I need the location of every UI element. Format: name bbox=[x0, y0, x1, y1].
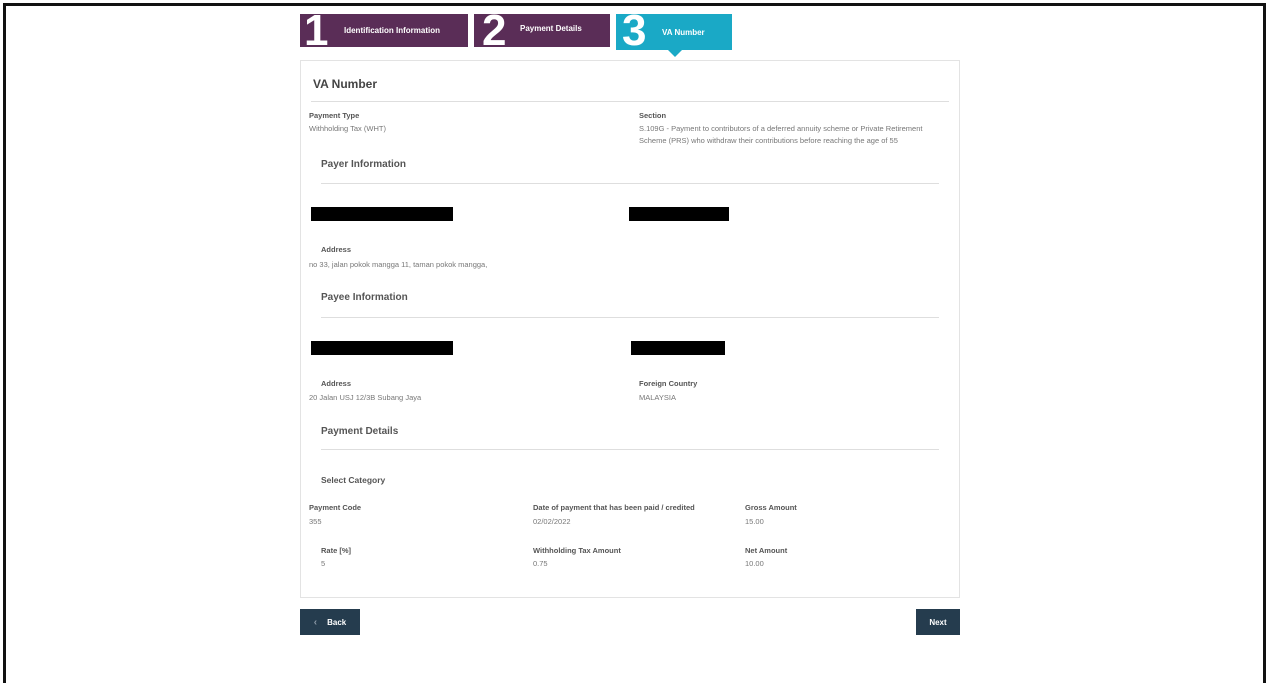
va-number-card: VA Number Payment Type Withholding Tax (… bbox=[300, 60, 960, 598]
step-payment-details[interactable]: 2 Payment Details bbox=[474, 6, 610, 55]
withholding-tax-amount-value: 0.75 bbox=[533, 559, 548, 568]
card-title: VA Number bbox=[313, 77, 378, 91]
step-number: 3 bbox=[622, 6, 647, 55]
divider bbox=[321, 183, 939, 184]
step-number: 1 bbox=[304, 6, 329, 55]
section-label: Section bbox=[639, 111, 667, 120]
payee-information-heading: Payee Information bbox=[321, 292, 408, 303]
rate-label: Rate [%] bbox=[321, 546, 352, 555]
next-button-label: Next bbox=[929, 617, 947, 627]
withholding-tax-amount-label: Withholding Tax Amount bbox=[533, 546, 621, 555]
rate-value: 5 bbox=[321, 559, 326, 568]
select-category-label: Select Category bbox=[321, 475, 386, 485]
foreign-country-label: Foreign Country bbox=[639, 379, 698, 388]
payment-code-value: 355 bbox=[309, 517, 322, 526]
gross-amount-value: 15.00 bbox=[745, 517, 764, 526]
net-amount-label: Net Amount bbox=[745, 546, 788, 555]
chevron-left-icon: ‹ bbox=[313, 616, 318, 628]
redacted-payer-name bbox=[311, 207, 453, 221]
redacted-payer-tax-no bbox=[629, 207, 729, 221]
step-va-number[interactable]: 3 VA Number bbox=[616, 6, 732, 55]
divider bbox=[311, 101, 949, 102]
step-label: Identification Information bbox=[344, 26, 440, 35]
section-value: S.109G - Payment to contributors of a de… bbox=[639, 124, 923, 145]
foreign-country-value: MALAYSIA bbox=[639, 393, 676, 402]
payment-code-label: Payment Code bbox=[309, 503, 362, 512]
payer-address-label: Address bbox=[321, 245, 352, 254]
payment-date-label: Date of payment that has been paid / cre… bbox=[533, 503, 695, 512]
step-label: Payment Details bbox=[520, 24, 582, 33]
step-label: VA Number bbox=[662, 28, 705, 37]
active-step-pointer bbox=[668, 50, 682, 57]
payment-details-heading: Payment Details bbox=[321, 426, 399, 437]
next-button[interactable]: Next bbox=[916, 609, 960, 635]
payee-address-value: 20 Jalan USJ 12/3B Subang Jaya bbox=[309, 393, 422, 402]
divider bbox=[321, 449, 939, 450]
redacted-payee-tax-no bbox=[631, 341, 725, 355]
back-button[interactable]: ‹ Back bbox=[300, 609, 360, 635]
payer-address-value: no 33, jalan pokok mangga 11, taman poko… bbox=[309, 260, 488, 269]
wizard-steps: 1 Identification Information 2 Payment D… bbox=[300, 6, 740, 57]
gross-amount-label: Gross Amount bbox=[745, 503, 797, 512]
payment-type-label: Payment Type bbox=[309, 111, 360, 120]
payment-type-value: Withholding Tax (WHT) bbox=[309, 124, 386, 133]
payment-date-value: 02/02/2022 bbox=[533, 517, 571, 526]
redacted-payee-name bbox=[311, 341, 453, 355]
net-amount-value: 10.00 bbox=[745, 559, 764, 568]
payee-address-label: Address bbox=[321, 379, 352, 388]
step-identification[interactable]: 1 Identification Information bbox=[300, 6, 468, 55]
divider bbox=[321, 317, 939, 318]
payer-information-heading: Payer Information bbox=[321, 159, 407, 170]
step-number: 2 bbox=[482, 6, 507, 55]
back-button-label: Back bbox=[327, 617, 347, 627]
